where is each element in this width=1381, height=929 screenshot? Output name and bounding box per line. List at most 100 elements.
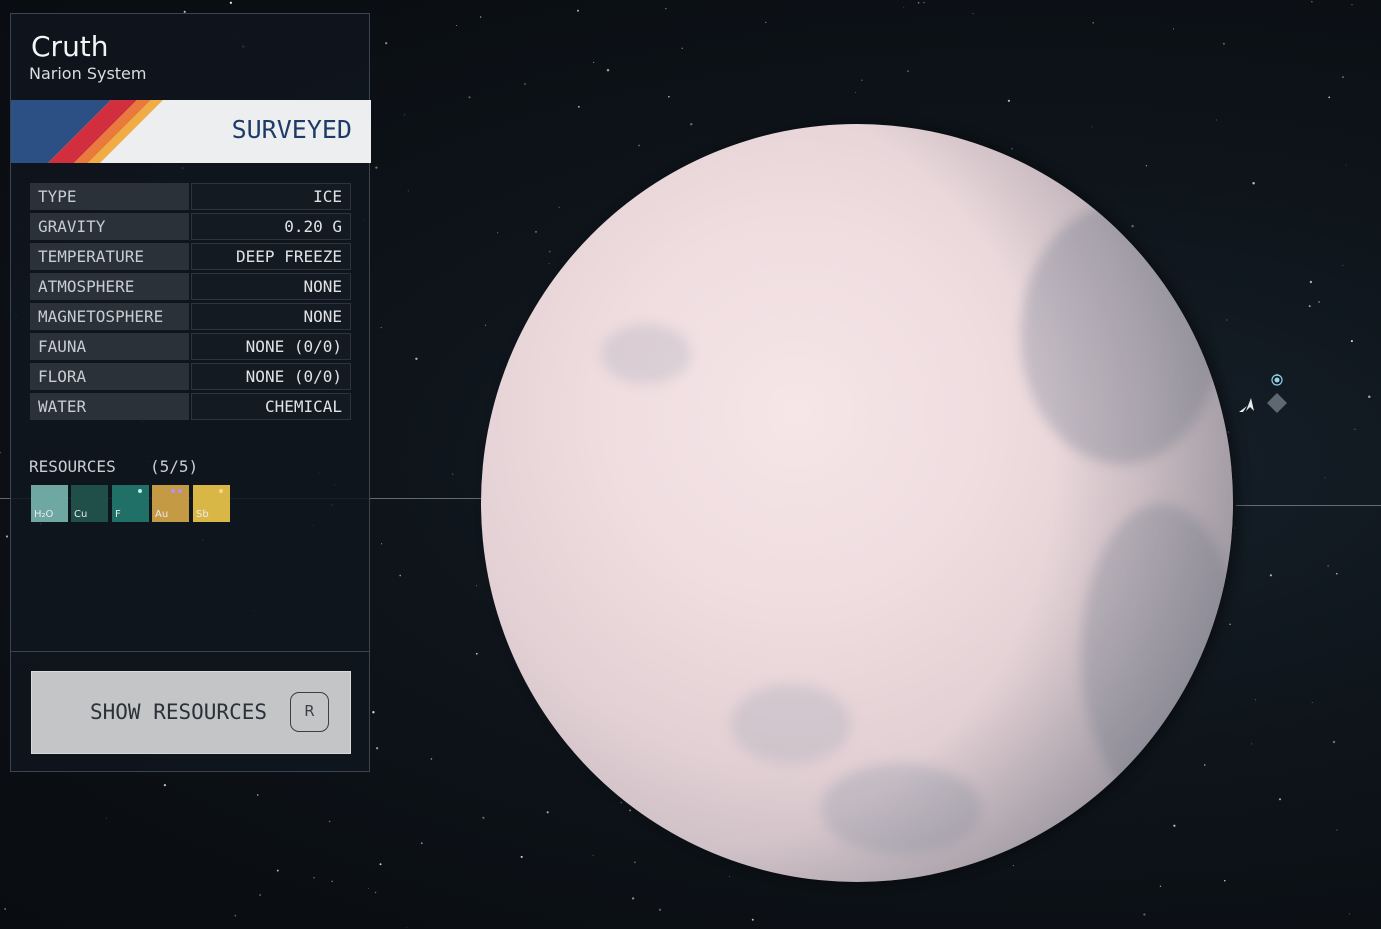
star bbox=[367, 888, 369, 889]
star bbox=[1341, 75, 1345, 79]
stat-value: ICE bbox=[191, 183, 351, 210]
scanner-target-icon[interactable] bbox=[1270, 373, 1284, 387]
stat-value: DEEP FREEZE bbox=[191, 243, 351, 270]
star bbox=[399, 574, 402, 577]
star bbox=[259, 894, 261, 896]
star bbox=[917, 1, 920, 4]
stat-row-fauna: FAUNA NONE (0/0) bbox=[30, 333, 351, 360]
star bbox=[1348, 913, 1350, 915]
star bbox=[1252, 182, 1255, 185]
rarity-dot-icon bbox=[219, 489, 223, 493]
star bbox=[4, 908, 7, 910]
resource-symbol: F bbox=[115, 509, 121, 520]
star bbox=[0, 451, 2, 454]
star bbox=[385, 42, 388, 45]
planet-info-panel: Cruth Narion System SURVEYED TYPE ICE GR… bbox=[10, 13, 371, 772]
stat-value: CHEMICAL bbox=[191, 393, 351, 420]
star bbox=[1350, 340, 1353, 343]
star bbox=[681, 47, 683, 49]
star bbox=[638, 144, 640, 147]
rarity-dot-icon bbox=[138, 489, 142, 493]
resource-tile-cu[interactable]: Cu bbox=[71, 485, 108, 522]
star bbox=[1324, 477, 1326, 479]
star bbox=[404, 114, 406, 116]
star bbox=[1234, 527, 1236, 529]
star bbox=[430, 758, 433, 760]
star bbox=[751, 918, 754, 921]
star bbox=[475, 652, 478, 655]
stat-label: FLORA bbox=[30, 363, 189, 390]
resource-symbol: Sb bbox=[196, 509, 209, 520]
resource-tile-h2o[interactable]: H₂O bbox=[31, 485, 68, 522]
star bbox=[256, 794, 259, 796]
star bbox=[524, 83, 526, 85]
star bbox=[577, 9, 579, 12]
star bbox=[375, 166, 378, 169]
stat-row-flora: FLORA NONE (0/0) bbox=[30, 363, 351, 390]
star bbox=[1335, 572, 1338, 575]
stat-value: NONE bbox=[191, 303, 351, 330]
star bbox=[1345, 164, 1347, 166]
star bbox=[1332, 740, 1336, 744]
star bbox=[1318, 301, 1320, 303]
star bbox=[1224, 879, 1226, 882]
diamond-icon[interactable] bbox=[1266, 392, 1288, 414]
star bbox=[592, 854, 594, 856]
star bbox=[1012, 865, 1014, 867]
stat-row-water: WATER CHEMICAL bbox=[30, 393, 351, 420]
resource-tile-f[interactable]: F bbox=[112, 485, 149, 522]
star bbox=[1278, 798, 1282, 801]
star bbox=[5, 535, 9, 538]
star bbox=[665, 8, 667, 10]
star bbox=[1308, 305, 1311, 308]
stat-label: ATMOSPHERE bbox=[30, 273, 189, 300]
stripes-emblem-icon bbox=[11, 100, 163, 163]
star bbox=[620, 801, 623, 804]
star bbox=[452, 473, 454, 475]
ship-icon[interactable] bbox=[1237, 394, 1259, 414]
star bbox=[658, 908, 662, 912]
stat-value: 0.20 G bbox=[191, 213, 351, 240]
star bbox=[1226, 319, 1228, 321]
star bbox=[1336, 829, 1338, 831]
star bbox=[1092, 21, 1095, 24]
star bbox=[548, 263, 550, 265]
stat-value: NONE bbox=[191, 273, 351, 300]
planet-name: Cruth bbox=[31, 30, 109, 63]
star bbox=[903, 6, 905, 8]
star bbox=[855, 91, 857, 93]
star bbox=[520, 855, 523, 858]
resource-tile-au[interactable]: Au bbox=[152, 485, 189, 522]
planet-stats-table: TYPE ICE GRAVITY 0.20 G TEMPERATURE DEEP… bbox=[30, 183, 351, 423]
star bbox=[276, 869, 279, 872]
star bbox=[1255, 699, 1257, 701]
stat-row-type: TYPE ICE bbox=[30, 183, 351, 210]
star bbox=[1309, 280, 1313, 284]
stat-label: TYPE bbox=[30, 183, 189, 210]
stat-label: FAUNA bbox=[30, 333, 189, 360]
resource-tile-sb[interactable]: Sb bbox=[193, 485, 230, 522]
star bbox=[380, 326, 382, 329]
star bbox=[456, 25, 457, 27]
star bbox=[633, 861, 636, 864]
star bbox=[406, 927, 408, 929]
star bbox=[374, 891, 377, 894]
star bbox=[861, 79, 863, 81]
resource-symbol: H₂O bbox=[34, 509, 54, 520]
star bbox=[1227, 431, 1230, 433]
starmap-view: Cruth Narion System SURVEYED TYPE ICE GR… bbox=[0, 0, 1381, 929]
panel-divider bbox=[11, 651, 369, 652]
planet-globe[interactable] bbox=[481, 124, 1233, 882]
stat-row-gravity: GRAVITY 0.20 G bbox=[30, 213, 351, 240]
show-resources-button[interactable]: SHOW RESOURCES R bbox=[31, 671, 351, 754]
star bbox=[480, 16, 482, 18]
star bbox=[631, 897, 635, 900]
star bbox=[420, 842, 423, 845]
star bbox=[229, 1, 233, 4]
star bbox=[485, 324, 487, 326]
stat-row-atmosphere: ATMOSPHERE NONE bbox=[30, 273, 351, 300]
star bbox=[328, 820, 331, 823]
stat-label: MAGNETOSPHERE bbox=[30, 303, 189, 330]
star bbox=[1222, 42, 1225, 45]
star bbox=[548, 250, 551, 253]
